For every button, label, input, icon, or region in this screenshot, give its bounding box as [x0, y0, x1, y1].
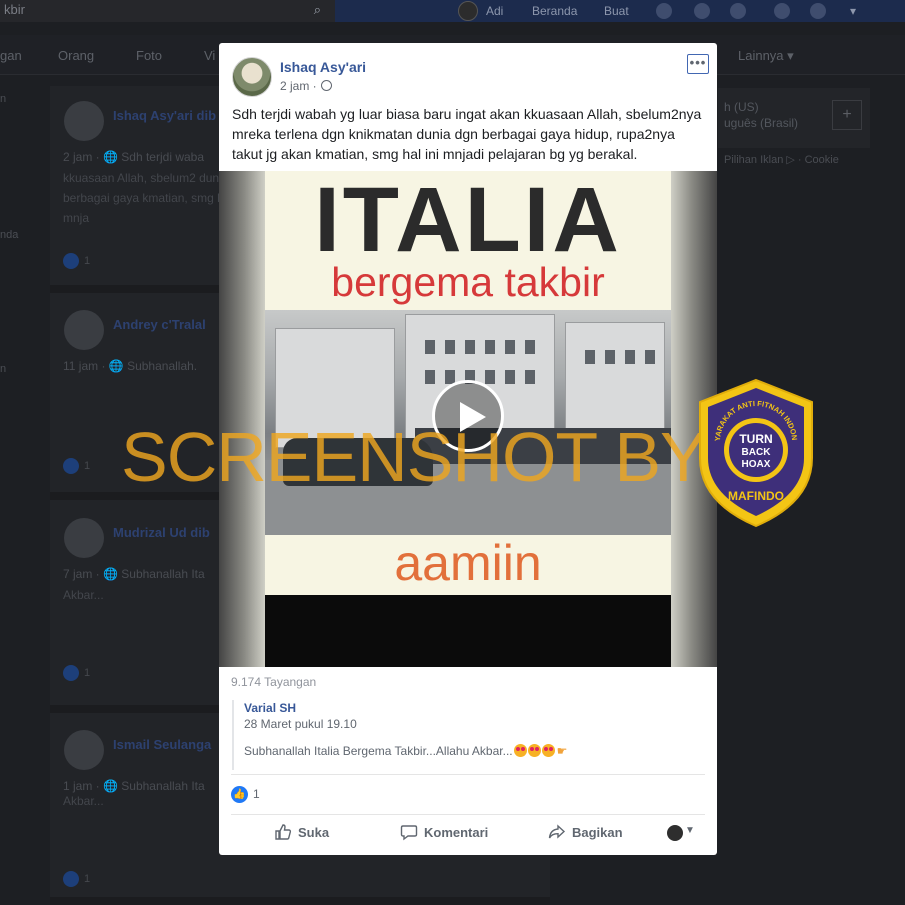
filter-tab-photos[interactable]: Foto — [136, 48, 162, 63]
language-option[interactable]: h (US) — [724, 100, 759, 114]
profile-avatar[interactable] — [458, 1, 478, 21]
heart-eyes-emoji-icon — [527, 744, 541, 757]
home-link[interactable]: Beranda — [532, 4, 577, 18]
reaction-count[interactable]: 1 — [253, 787, 260, 801]
mafindo-turnbackhoax-badge: MASYARAKAT ANTI FITNAH INDONESIA TURN BA… — [694, 378, 813, 528]
share-label: Bagikan — [572, 825, 623, 840]
messenger-icon[interactable] — [694, 3, 710, 19]
post-text: Sdh terjdi wabah yg luar biasa baru inga… — [232, 106, 702, 162]
comment-button[interactable]: Komentari — [400, 823, 488, 845]
badge-word-mafindo: MAFINDO — [728, 489, 784, 503]
share-arrow-icon — [548, 824, 566, 839]
filter-tab-0[interactable]: gan — [0, 48, 22, 63]
share-as-avatar[interactable] — [667, 825, 683, 841]
timestamp-text[interactable]: 2 jam · — [280, 79, 317, 93]
filter-tab-more[interactable]: Lainnya ▾ — [738, 48, 794, 64]
side-text-1: nda — [0, 229, 19, 241]
side-text-2: n — [0, 363, 7, 375]
filter-tab-videos[interactable]: Vi — [204, 48, 215, 63]
result-author[interactable]: Andrey c'Tralal — [113, 317, 206, 332]
like-icon — [63, 665, 79, 681]
view-count: 9.174 Tayangan — [231, 675, 317, 689]
like-icon — [63, 458, 79, 474]
like-count[interactable]: 1 — [84, 460, 90, 472]
result-author[interactable]: Ishaq Asy'ari dib — [113, 108, 216, 123]
result-meta: 7 jam · 🌐 Subhanallah Ita — [63, 567, 205, 581]
globe-icon — [320, 80, 332, 91]
badge-word-turn: TURN — [739, 432, 772, 446]
create-link[interactable]: Buat — [604, 4, 629, 18]
video-caption-subtitle: bergema takbir — [331, 259, 605, 305]
language-panel: h (US) uguês (Brasil) + — [718, 88, 870, 148]
shared-text: Subhanallah Italia Bergema Takbir...Alla… — [244, 744, 567, 758]
thumbs-up-icon — [275, 824, 292, 840]
like-count[interactable]: 1 — [84, 255, 90, 267]
top-bar: kbir ⌕ Adi Beranda Buat ▾ — [0, 0, 905, 22]
like-count[interactable]: 1 — [84, 667, 90, 679]
search-icon[interactable]: ⌕ — [314, 2, 321, 18]
like-icon — [63, 871, 79, 887]
shared-author[interactable]: Varial SH — [244, 701, 296, 715]
heart-eyes-emoji-icon — [541, 744, 555, 757]
like-icon — [63, 253, 79, 269]
shared-post: Varial SH 28 Maret pukul 19.10 Subhanall… — [232, 700, 704, 770]
author-avatar[interactable] — [232, 57, 272, 97]
filter-tab-people[interactable]: Orang — [58, 48, 94, 63]
divider — [231, 814, 705, 815]
footer-links[interactable]: Pilihan Iklan ▷ · Cookie — [724, 153, 839, 166]
avatar[interactable] — [64, 101, 104, 141]
search-input[interactable]: kbir ⌕ — [0, 0, 335, 22]
result-meta: 2 jam · 🌐 Sdh terjdi waba — [63, 150, 204, 164]
badge-word-back: BACK — [742, 447, 772, 458]
avatar[interactable] — [64, 518, 104, 558]
search-value: kbir — [4, 2, 25, 17]
notifications-icon[interactable] — [730, 3, 746, 19]
avatar[interactable] — [64, 730, 104, 770]
like-label: Suka — [298, 825, 330, 840]
account-menu-chevron-icon[interactable]: ▾ — [850, 4, 856, 18]
more-options-button[interactable]: ••• — [687, 54, 709, 74]
share-button[interactable]: Bagikan — [548, 823, 623, 845]
pointing-hand-emoji-icon: ☛ — [556, 744, 568, 758]
video-black-bar — [265, 595, 671, 667]
comment-label: Komentari — [424, 825, 489, 840]
language-option[interactable]: uguês (Brasil) — [724, 116, 798, 130]
result-author[interactable]: Ismail Seulanga — [113, 737, 211, 752]
friends-icon[interactable] — [656, 3, 672, 19]
help-icon[interactable] — [810, 3, 826, 19]
like-button[interactable]: Suka — [274, 823, 329, 845]
watermark-text: SCREENSHOT BY — [121, 418, 707, 496]
shared-text-body: Subhanallah Italia Bergema Takbir...Alla… — [244, 744, 513, 758]
badge-word-hoax: HOAX — [742, 459, 771, 470]
avatar[interactable] — [64, 310, 104, 350]
profile-link[interactable]: Adi — [486, 4, 503, 18]
side-text-0: n — [0, 93, 7, 105]
post-author[interactable]: Ishaq Asy'ari — [280, 59, 366, 75]
quick-help-icon[interactable] — [774, 3, 790, 19]
shared-date[interactable]: 28 Maret pukul 19.10 — [244, 717, 357, 731]
post-timestamp[interactable]: 2 jam · — [280, 79, 332, 93]
like-reaction-icon: 👍 — [231, 786, 248, 803]
add-language-button[interactable]: + — [832, 100, 862, 130]
result-author[interactable]: Mudrizal Ud dib — [113, 525, 210, 540]
video-caption-footer: aamiin — [394, 535, 542, 591]
result-meta: 11 jam · 🌐 Subhanallah. — [63, 359, 198, 373]
divider — [231, 774, 705, 775]
heart-eyes-emoji-icon — [513, 744, 527, 757]
like-count[interactable]: 1 — [84, 873, 90, 885]
comment-icon — [400, 825, 418, 841]
chevron-down-icon[interactable]: ▼ — [685, 825, 695, 836]
